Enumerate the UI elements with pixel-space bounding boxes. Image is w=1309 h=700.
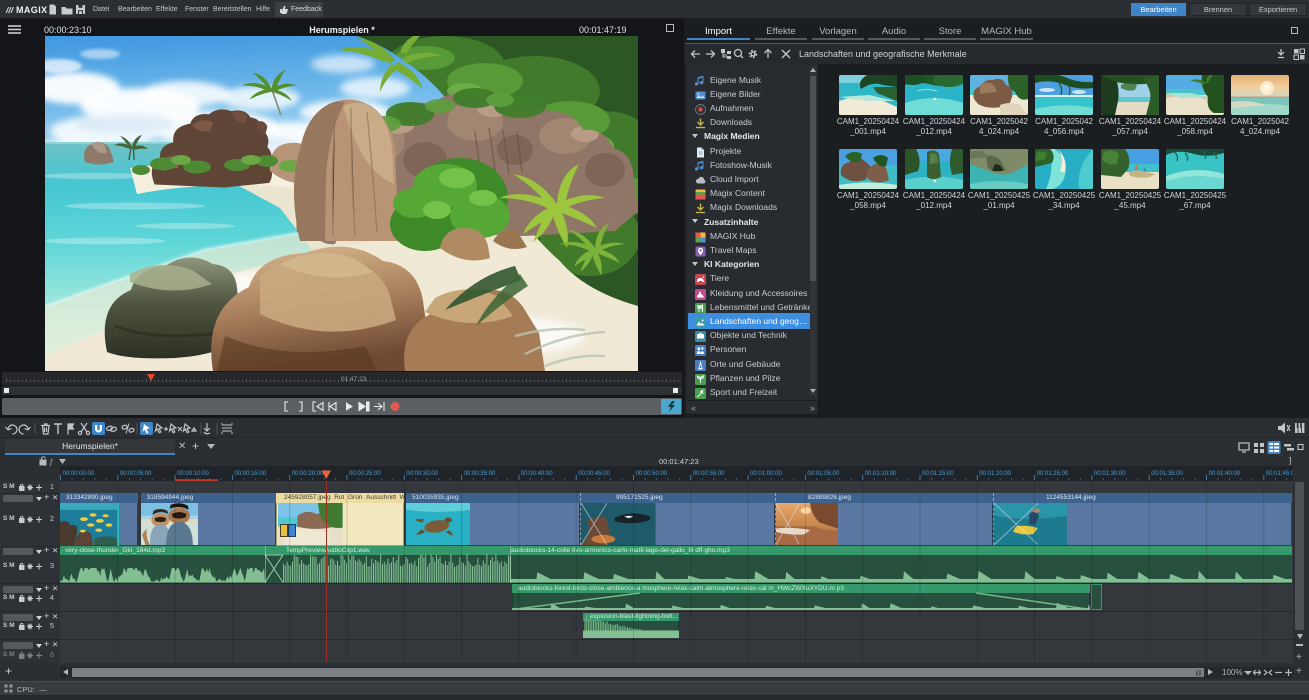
svg-text:00:00:05:00: 00:00:05:00 <box>120 471 152 477</box>
svg-text:00:01:40:00: 00:01:40:00 <box>1209 471 1241 477</box>
svg-text:00:00:25:00: 00:00:25:00 <box>349 471 381 477</box>
svg-text:00:00:20:00: 00:00:20:00 <box>292 471 324 477</box>
svg-text:00:00:15:00: 00:00:15:00 <box>234 471 266 477</box>
svg-text:00:01:20:00: 00:01:20:00 <box>979 471 1011 477</box>
svg-text:00:01:30:00: 00:01:30:00 <box>1094 471 1126 477</box>
svg-text:00:00:45:00: 00:00:45:00 <box>578 471 610 477</box>
svg-text:00:01:10:00: 00:01:10:00 <box>865 471 897 477</box>
svg-text:00:01:00:00: 00:01:00:00 <box>750 471 782 477</box>
svg-text:00:00:00:00: 00:00:00:00 <box>63 471 95 477</box>
svg-text:01:47:23: 01:47:23 <box>341 376 367 383</box>
svg-text:00:01:05:00: 00:01:05:00 <box>807 471 839 477</box>
svg-text:00:01:25:00: 00:01:25:00 <box>1037 471 1069 477</box>
svg-text:00:00:30:00: 00:00:30:00 <box>406 471 438 477</box>
svg-text:00:01:15:00: 00:01:15:00 <box>922 471 954 477</box>
svg-text:f: f <box>50 458 54 467</box>
svg-text:00:00:35:00: 00:00:35:00 <box>464 471 496 477</box>
svg-text:00:00:50:00: 00:00:50:00 <box>636 471 668 477</box>
svg-text:00:00:40:00: 00:00:40:00 <box>521 471 553 477</box>
svg-text:00:01:45:00: 00:01:45:00 <box>1266 471 1293 477</box>
svg-text:00:00:10:00: 00:00:10:00 <box>177 471 209 477</box>
svg-text:00:01:35:00: 00:01:35:00 <box>1151 471 1183 477</box>
svg-text:00:00:55:00: 00:00:55:00 <box>693 471 725 477</box>
